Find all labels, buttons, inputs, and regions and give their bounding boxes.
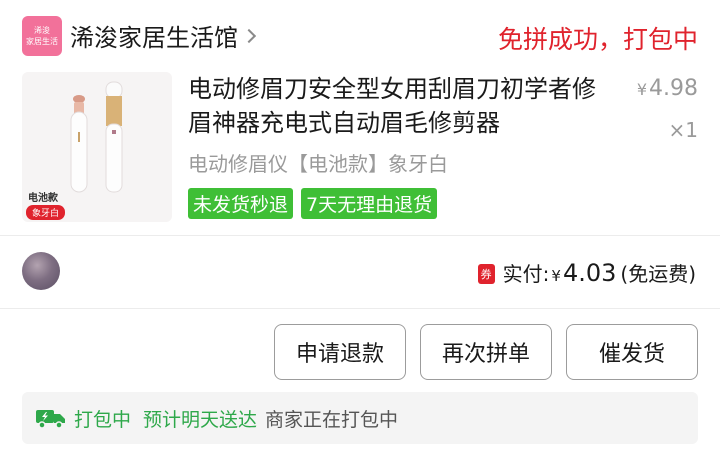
- service-tag-instant-refund: 未发货秒退: [188, 188, 294, 219]
- service-tags: 未发货秒退 7天无理由退货: [188, 188, 438, 219]
- price-currency: ¥: [636, 80, 648, 99]
- regroup-button[interactable]: 再次拼单: [420, 324, 552, 380]
- request-refund-button[interactable]: 申请退款: [274, 324, 406, 380]
- product-item[interactable]: 电池款 象牙白 电动修眉刀安全型女用刮眉刀初学者修眉神器充电式自动眉毛修剪器 ¥…: [0, 72, 720, 234]
- payment-row: 券 实付: ¥ 4.03 (免运费): [0, 236, 720, 308]
- product-price: ¥4.98: [637, 76, 698, 101]
- logistics-bar[interactable]: 打包中 预计明天送达 商家正在打包中: [22, 392, 698, 444]
- logistics-stage: 打包中: [74, 408, 132, 431]
- product-image-badge: 象牙白: [26, 205, 66, 220]
- logistics-eta: 预计明天送达: [143, 408, 258, 431]
- coupon-icon: 券: [477, 264, 495, 284]
- shipping-note: (免运费): [620, 262, 696, 286]
- action-buttons: 申请退款 再次拼单 催发货: [274, 324, 698, 380]
- shop-link[interactable]: 浠浚家居生活馆: [70, 18, 257, 53]
- paid-summary: 券 实付: ¥ 4.03 (免运费): [477, 258, 696, 287]
- product-image[interactable]: 电池款 象牙白: [22, 72, 172, 222]
- shop-name: 浠浚家居生活馆: [70, 24, 238, 52]
- paid-currency: ¥: [551, 267, 561, 285]
- shop-logo-line2: 家居生活: [26, 37, 58, 46]
- logistics-description: 商家正在打包中: [265, 408, 399, 431]
- shop-logo[interactable]: 浠浚 家居生活: [22, 16, 62, 56]
- service-tag-seven-day-return: 7天无理由退货: [301, 188, 438, 219]
- product-title[interactable]: 电动修眉刀安全型女用刮眉刀初学者修眉神器充电式自动眉毛修剪器: [188, 72, 618, 140]
- urge-shipment-button[interactable]: 催发货: [566, 324, 698, 380]
- product-spec: 电动修眉仪【电池款】象牙白: [188, 152, 448, 176]
- truck-fast-icon: [36, 410, 65, 429]
- paid-amount: 4.03: [562, 259, 617, 287]
- shop-header: 浠浚 家居生活 浠浚家居生活馆 免拼成功，打包中: [0, 0, 720, 72]
- chevron-right-icon: [241, 28, 257, 43]
- product-quantity: ×1: [668, 118, 698, 142]
- divider: [0, 308, 720, 309]
- avatar[interactable]: [22, 252, 60, 290]
- product-image-tag: 电池款: [28, 193, 58, 204]
- paid-label: 实付:: [502, 262, 550, 286]
- shop-logo-line1: 浠浚: [34, 26, 50, 35]
- price-value: 4.98: [649, 76, 698, 101]
- order-status: 免拼成功，打包中: [497, 25, 698, 54]
